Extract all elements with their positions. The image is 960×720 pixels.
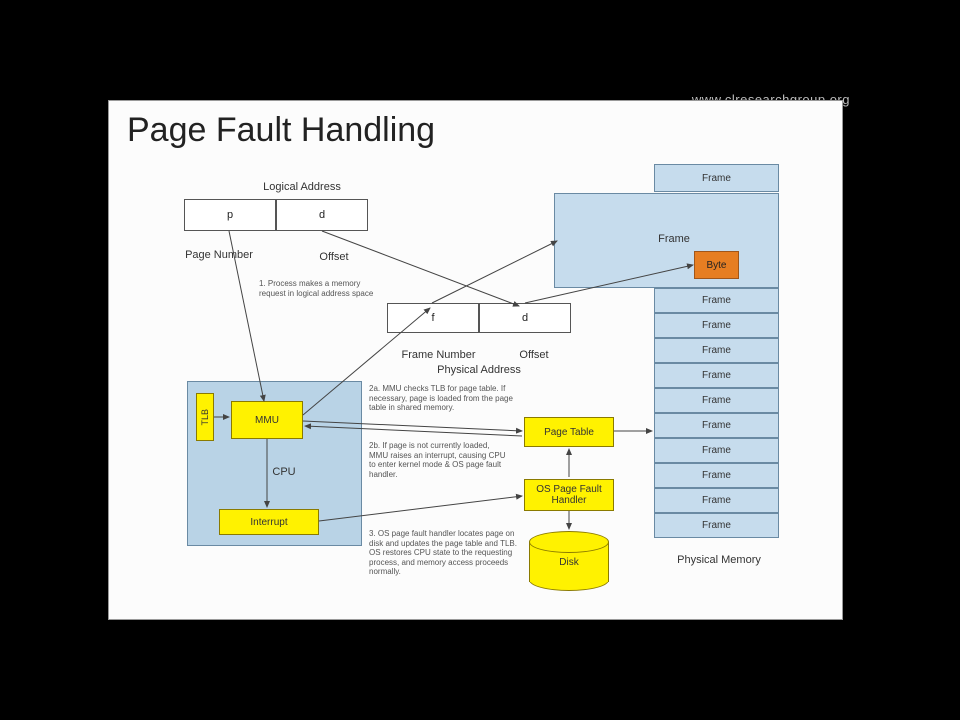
note-1: 1. Process makes a memory request in log… [259,279,379,298]
interrupt-box: Interrupt [219,509,319,535]
physical-address-heading: Physical Address [419,364,539,377]
note-4: 3. OS page fault handler locates page on… [369,529,519,577]
logical-address-heading: Logical Address [237,181,367,194]
pm-frame-5: Frame [654,388,779,413]
pm-frame-1: Frame [654,288,779,313]
frame-number-label: Frame Number [391,349,486,362]
pm-frame-3: Frame [654,338,779,363]
viewport: www.clresearchgroup.org Page Fault Handl… [0,0,960,720]
slide-title: Page Fault Handling [109,101,842,156]
physical-memory-label: Physical Memory [664,554,774,567]
pm-frame-8: Frame [654,463,779,488]
pm-frame-0: Frame [654,164,779,192]
page-number-label: Page Number [184,249,254,262]
offset-label-1: Offset [304,251,364,264]
pm-frame-10: Frame [654,513,779,538]
pm-big-label: Frame [639,233,709,246]
pm-frame-9: Frame [654,488,779,513]
pm-frame-4: Frame [654,363,779,388]
tlb-box: TLB [196,393,214,441]
physical-d-box: d [479,303,571,333]
pm-frame-7: Frame [654,438,779,463]
disk-top [529,531,609,553]
pm-frame-6: Frame [654,413,779,438]
logical-d-box: d [276,199,368,231]
note-2: 2a. MMU checks TLB for page table. If ne… [369,384,519,413]
offset-label-2: Offset [504,349,564,362]
logical-p-box: p [184,199,276,231]
pm-frame-2: Frame [654,313,779,338]
slide: Page Fault Handling Logical Address p d … [108,100,843,620]
tlb-label: TLB [201,409,210,426]
os-handler-box: OS Page Fault Handler [524,479,614,511]
note-3: 2b. If page is not currently loaded, MMU… [369,441,509,479]
physical-f-box: f [387,303,479,333]
page-table-box: Page Table [524,417,614,447]
byte-box: Byte [694,251,739,279]
mmu-box: MMU [231,401,303,439]
cpu-label: CPU [264,466,304,479]
